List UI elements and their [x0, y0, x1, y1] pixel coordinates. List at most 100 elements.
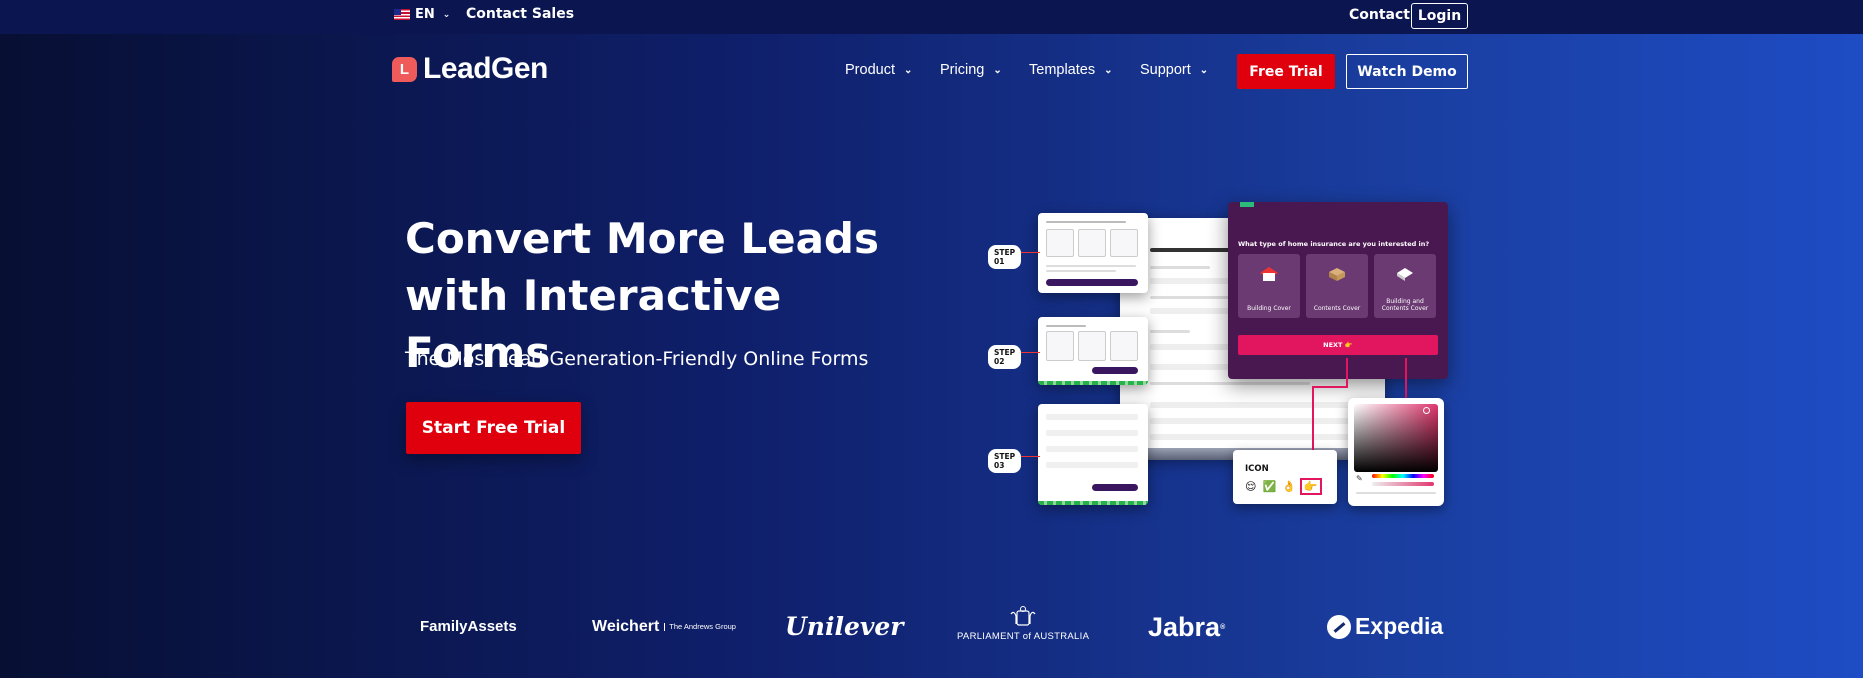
free-trial-button[interactable]: Free Trial — [1237, 54, 1335, 89]
mockup-option — [1078, 331, 1106, 361]
logo-mark-icon: L — [392, 56, 417, 82]
step-01-form-card — [1038, 213, 1148, 293]
nav-item-pricing[interactable]: Pricing ⌄ — [940, 62, 1002, 78]
login-button[interactable]: Login — [1411, 3, 1468, 29]
mockup-line — [1150, 296, 1240, 299]
icon-picker-card: ICON 😌 ✅ 👌 👉 — [1233, 450, 1337, 504]
mockup-field — [1046, 414, 1138, 420]
option-building-contents-cover: Building and Contents Cover — [1374, 254, 1436, 318]
mockup-option — [1078, 229, 1106, 257]
logo-text: PARLIAMENT of AUSTRALIA — [957, 631, 1090, 642]
logo-text: LeadGen — [423, 52, 548, 85]
mockup-next-button — [1092, 367, 1138, 374]
leadgen-logo[interactable]: L LeadGen — [392, 52, 548, 86]
logo-text: Jabra — [1148, 612, 1221, 642]
accent-tab — [1240, 202, 1254, 207]
color-picker-card: ✎ — [1348, 398, 1444, 506]
hero-subheadline: The Most Lead Generation-Friendly Online… — [405, 348, 869, 370]
mockup-line — [1150, 418, 1350, 424]
chevron-down-icon: ⌄ — [993, 64, 1002, 76]
expedia-logo: Expedia — [1327, 613, 1443, 640]
mockup-line — [1046, 270, 1116, 272]
language-selector[interactable]: EN ⌄ — [394, 7, 450, 22]
option-label: Building and Contents Cover — [1381, 298, 1429, 312]
contact-sales-link[interactable]: Contact Sales — [466, 6, 574, 22]
mockup-field — [1046, 462, 1138, 468]
nav-item-support[interactable]: Support ⌄ — [1140, 62, 1208, 78]
parliament-of-australia-logo: PARLIAMENT of AUSTRALIA — [957, 606, 1089, 642]
mockup-line — [1150, 330, 1190, 333]
logo-text: Expedia — [1355, 613, 1444, 639]
expedia-plane-icon — [1327, 614, 1351, 639]
step-connector — [1018, 352, 1040, 353]
logo-text: FamilyAssets — [420, 618, 517, 635]
language-label: EN — [415, 7, 435, 22]
mockup-option — [1110, 331, 1138, 361]
form-next-button: NEXT 👉 — [1238, 335, 1438, 355]
nav-item-label: Templates — [1029, 62, 1096, 78]
nav-item-label: Pricing — [940, 62, 985, 78]
watch-demo-button[interactable]: Watch Demo — [1346, 54, 1468, 89]
mockup-line — [1150, 266, 1210, 269]
logo-text: Weichert — [592, 618, 660, 635]
hero-section: EN ⌄ Contact Sales Contact Login L LeadG… — [0, 0, 1863, 678]
house-icon — [1260, 267, 1278, 281]
headline-line-1: Convert More Leads — [405, 214, 879, 263]
option-label: Building Cover — [1247, 305, 1291, 312]
hue-slider — [1372, 474, 1434, 478]
mockup-option — [1046, 229, 1074, 257]
unilever-logo: Unilever — [785, 612, 903, 641]
step-01-badge: STEP 01 — [988, 245, 1022, 269]
nav-item-templates[interactable]: Templates ⌄ — [1029, 62, 1112, 78]
step-connector — [1018, 456, 1040, 457]
alpha-slider — [1372, 482, 1434, 486]
progress-bar — [1038, 501, 1148, 505]
step-connector — [1018, 252, 1040, 253]
pointing-hand-emoji-icon: 👉 — [1299, 478, 1322, 495]
mockup-next-button — [1046, 279, 1138, 286]
ok-hand-emoji-icon: 👌 — [1282, 480, 1296, 493]
chevron-down-icon: ⌄ — [1199, 64, 1209, 76]
step-03-form-card — [1038, 404, 1148, 505]
step-02-form-card — [1038, 317, 1148, 385]
mockup-submit-button — [1092, 484, 1138, 491]
start-free-trial-button[interactable]: Start Free Trial — [406, 402, 581, 454]
relieved-emoji-icon: 😌 — [1245, 480, 1257, 493]
logo-subtext: The Andrews Group — [664, 623, 736, 631]
form-preview-card: What type of home insurance are you inte… — [1228, 202, 1448, 379]
icon-card-label: ICON — [1245, 464, 1269, 474]
color-handle — [1423, 407, 1430, 414]
connector-line — [1405, 358, 1407, 398]
color-gradient-area — [1354, 404, 1438, 472]
mockup-line — [1150, 248, 1230, 252]
mockup-option — [1110, 229, 1138, 257]
mockup-line — [1046, 325, 1086, 327]
us-flag-icon — [394, 9, 410, 20]
nav-item-product[interactable]: Product ⌄ — [845, 62, 912, 78]
chevron-down-icon: ⌄ — [1104, 64, 1113, 76]
box-icon — [1329, 268, 1345, 281]
weichert-logo: Weichert The Andrews Group — [592, 618, 736, 636]
check-emoji-icon: ✅ — [1262, 480, 1277, 493]
step-02-badge: STEP 02 — [988, 345, 1022, 369]
mockup-field — [1046, 446, 1138, 452]
mockup-line — [1150, 382, 1310, 385]
contact-link[interactable]: Contact — [1349, 7, 1410, 23]
connector-line — [1346, 358, 1348, 388]
option-label: Contents Cover — [1313, 305, 1361, 312]
logo-text: Unilever — [785, 612, 904, 641]
top-bar: EN ⌄ Contact Sales Contact Login — [0, 0, 1863, 34]
jabra-logo: Jabra ® — [1148, 612, 1225, 643]
mockup-option — [1046, 331, 1074, 361]
step-03-badge: STEP 03 — [988, 449, 1022, 473]
mockup-line — [1150, 402, 1350, 408]
form-question: What type of home insurance are you inte… — [1238, 240, 1430, 248]
chevron-down-icon: ⌄ — [903, 64, 913, 76]
mockup-line — [1150, 434, 1350, 440]
mockup-field — [1046, 430, 1138, 436]
mockup-line — [1046, 221, 1126, 223]
familyassets-logo: FamilyAssets — [420, 618, 517, 635]
option-building-cover: Building Cover — [1238, 254, 1300, 318]
cube-icon — [1397, 268, 1413, 281]
mockup-line — [1046, 265, 1136, 267]
